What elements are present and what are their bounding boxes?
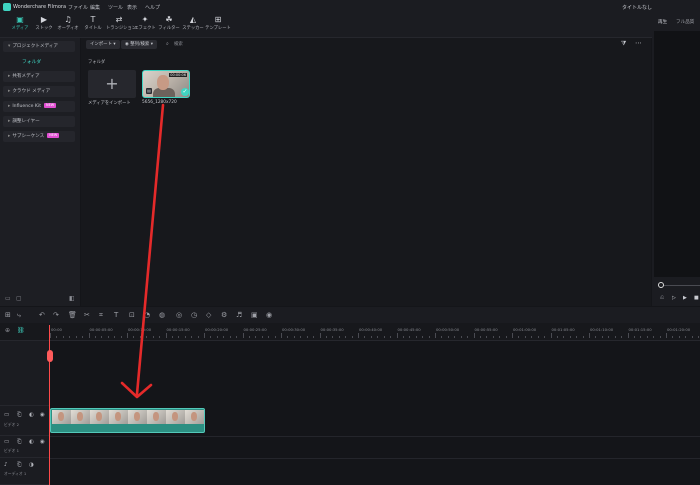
annotation-arrow-shaft — [135, 103, 165, 396]
annotation-arrow — [120, 103, 165, 399]
